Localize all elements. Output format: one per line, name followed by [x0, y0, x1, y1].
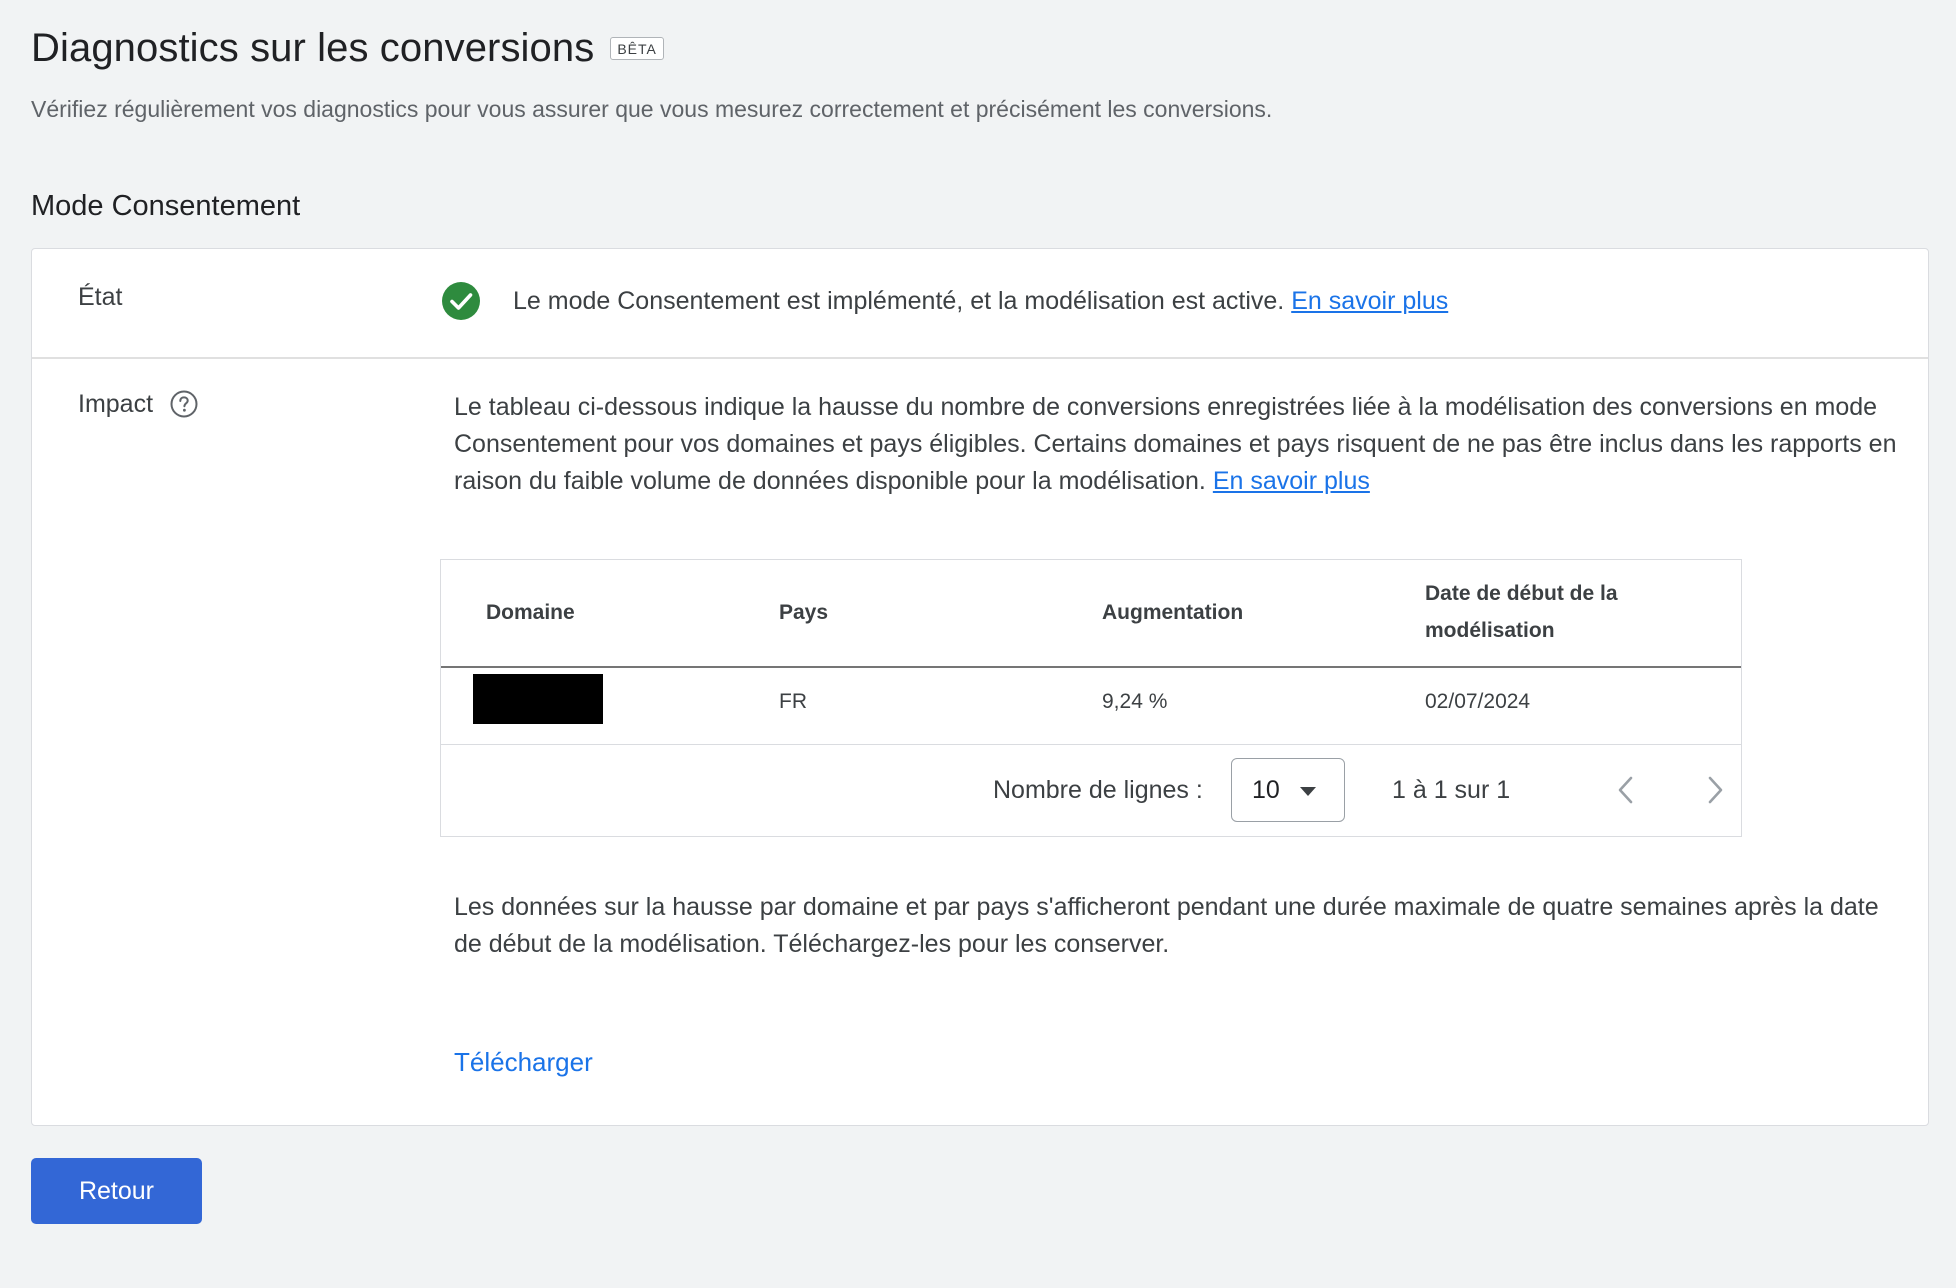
state-label: État — [78, 283, 123, 311]
redacted-domain — [473, 674, 603, 724]
table-header: Domaine Pays Augmentation Date de début … — [441, 560, 1741, 668]
uplift-table: Domaine Pays Augmentation Date de début … — [440, 559, 1742, 837]
state-row: État Le mode Consentement est implémenté… — [32, 249, 1928, 359]
chevron-right-icon[interactable] — [1696, 772, 1732, 808]
header-country[interactable]: Pays — [779, 594, 828, 631]
page-subtitle: Vérifiez régulièrement vos diagnostics p… — [31, 96, 1273, 122]
header-domain[interactable]: Domaine — [486, 594, 575, 631]
impact-learn-more-link[interactable]: En savoir plus — [1213, 467, 1370, 495]
rows-per-page-select[interactable]: 10 — [1231, 758, 1345, 822]
beta-badge: BÊTA — [610, 37, 664, 60]
page-range: 1 à 1 sur 1 — [1392, 776, 1511, 804]
impact-description-text: Le tableau ci-dessous indique la hausse … — [454, 393, 1897, 495]
help-icon[interactable] — [169, 389, 199, 419]
state-learn-more-link[interactable]: En savoir plus — [1291, 287, 1448, 315]
rows-per-page-label: Nombre de lignes : — [993, 776, 1203, 804]
chevron-left-icon[interactable] — [1609, 772, 1645, 808]
impact-description: Le tableau ci-dessous indique la hausse … — [454, 389, 1904, 500]
impact-label: Impact — [78, 389, 154, 418]
cell-start-date: 02/07/2024 — [1425, 690, 1531, 713]
page-header: Diagnostics sur les conversions BÊTA — [31, 26, 664, 71]
rows-per-page-value: 10 — [1252, 775, 1280, 804]
state-message: Le mode Consentement est implémenté, et … — [513, 287, 1285, 315]
back-button[interactable]: Retour — [31, 1158, 202, 1224]
download-link[interactable]: Télécharger — [454, 1047, 593, 1078]
section-title: Mode Consentement — [31, 190, 301, 222]
cell-increase: 9,24 % — [1102, 690, 1168, 713]
retention-note: Les données sur la hausse par domaine et… — [454, 893, 1879, 958]
state-text: Le mode Consentement est implémenté, et … — [513, 287, 1448, 316]
consent-mode-card: État Le mode Consentement est implémenté… — [31, 248, 1929, 1126]
page-title: Diagnostics sur les conversions — [31, 26, 595, 70]
header-start-date[interactable]: Date de début de la modélisation — [1425, 575, 1655, 649]
table-row: FR 9,24 % 02/07/2024 — [441, 666, 1741, 745]
cell-country: FR — [779, 690, 807, 713]
table-pagination: Nombre de lignes : 10 1 à 1 sur 1 — [441, 746, 1741, 838]
impact-label-group: Impact — [78, 389, 199, 419]
header-increase[interactable]: Augmentation — [1102, 594, 1243, 631]
check-circle-icon — [442, 282, 480, 320]
caret-down-icon — [1300, 787, 1316, 796]
